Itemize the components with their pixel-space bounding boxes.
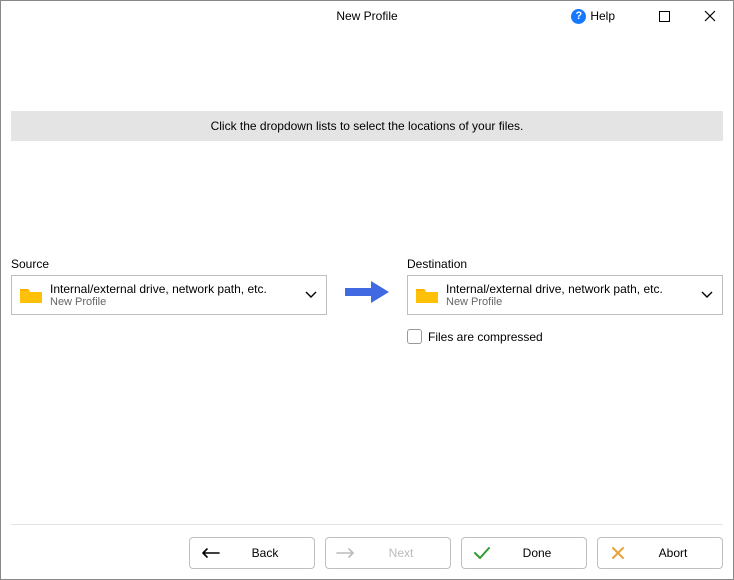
chevron-down-icon xyxy=(698,291,716,299)
done-button[interactable]: Done xyxy=(461,537,587,569)
destination-label: Destination xyxy=(407,257,723,271)
source-line2: New Profile xyxy=(50,296,302,308)
next-label: Next xyxy=(366,546,450,560)
arrow-right-icon xyxy=(326,547,366,559)
arrow-icon xyxy=(337,257,397,305)
done-label: Done xyxy=(502,546,586,560)
arrow-left-icon xyxy=(190,547,230,559)
footer-buttons: Back Next Done Abort xyxy=(189,537,723,569)
folder-icon xyxy=(414,285,440,305)
instruction-bar: Click the dropdown lists to select the l… xyxy=(11,111,723,141)
titlebar: New Profile ? Help xyxy=(1,1,733,31)
close-icon xyxy=(704,10,716,22)
destination-line2: New Profile xyxy=(446,296,698,308)
source-line1: Internal/external drive, network path, e… xyxy=(50,282,302,296)
destination-dropdown[interactable]: Internal/external drive, network path, e… xyxy=(407,275,723,315)
maximize-button[interactable] xyxy=(641,1,687,31)
back-button[interactable]: Back xyxy=(189,537,315,569)
back-label: Back xyxy=(230,546,314,560)
destination-line1: Internal/external drive, network path, e… xyxy=(446,282,698,296)
maximize-icon xyxy=(659,11,670,22)
check-icon xyxy=(462,546,502,560)
source-label: Source xyxy=(11,257,327,271)
next-button: Next xyxy=(325,537,451,569)
content-area: Click the dropdown lists to select the l… xyxy=(1,111,733,344)
close-button[interactable] xyxy=(687,1,733,31)
window-title: New Profile xyxy=(1,9,733,23)
source-dropdown[interactable]: Internal/external drive, network path, e… xyxy=(11,275,327,315)
cross-icon xyxy=(598,546,638,560)
abort-label: Abort xyxy=(638,546,722,560)
folder-icon xyxy=(18,285,44,305)
files-compressed-label: Files are compressed xyxy=(428,330,543,344)
footer-separator xyxy=(11,524,723,525)
help-label: Help xyxy=(590,9,615,23)
help-button[interactable]: ? Help xyxy=(565,1,621,31)
help-icon: ? xyxy=(571,9,586,24)
chevron-down-icon xyxy=(302,291,320,299)
abort-button[interactable]: Abort xyxy=(597,537,723,569)
files-compressed-checkbox[interactable] xyxy=(407,329,422,344)
